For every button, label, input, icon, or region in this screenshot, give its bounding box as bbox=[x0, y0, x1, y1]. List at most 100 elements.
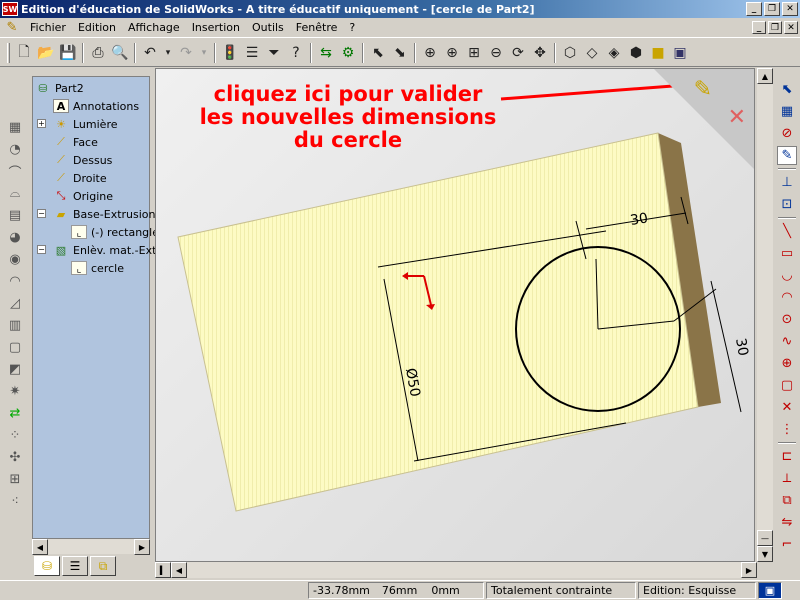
hole-icon[interactable]: ◉ bbox=[3, 250, 27, 268]
centerline-icon[interactable]: ⋮ bbox=[777, 420, 797, 439]
open-file-icon[interactable]: 📂 bbox=[35, 42, 57, 64]
select-filter-icon[interactable]: ⬊ bbox=[389, 42, 411, 64]
shell-icon[interactable]: ▢ bbox=[3, 338, 27, 356]
tree-item-droite[interactable]: ⟋ Droite bbox=[53, 169, 106, 187]
cancel-sketch-icon[interactable]: ✕ bbox=[728, 105, 746, 130]
wireframe-icon[interactable]: ◇ bbox=[581, 42, 603, 64]
circle-icon[interactable]: ⊙ bbox=[777, 310, 797, 329]
toolbar-grip[interactable] bbox=[7, 42, 10, 63]
whats-this-help-icon[interactable]: ? bbox=[285, 42, 307, 64]
tree-item-origine[interactable]: ⤡ Origine bbox=[53, 187, 113, 205]
view-orientation-icon[interactable]: ⬡ bbox=[559, 42, 581, 64]
menu-outils[interactable]: Outils bbox=[246, 21, 290, 34]
split-handle-icon[interactable]: ▍ bbox=[155, 562, 171, 578]
menu-fenetre[interactable]: Fenêtre bbox=[290, 21, 344, 34]
minimize-button[interactable]: _ bbox=[746, 2, 762, 16]
menu-edition[interactable]: Edition bbox=[72, 21, 122, 34]
menu-insertion[interactable]: Insertion bbox=[186, 21, 246, 34]
viewport-vertical-scrollbar[interactable]: ▲ — ▼ bbox=[757, 68, 773, 562]
section-view-icon[interactable]: ▣ bbox=[669, 42, 691, 64]
mirror-icon[interactable]: ⇄ bbox=[3, 404, 27, 422]
hidden-lines-icon[interactable]: ◈ bbox=[603, 42, 625, 64]
revolve-icon[interactable]: ◔ bbox=[3, 140, 27, 158]
curves-icon[interactable]: ⁖ bbox=[3, 492, 27, 510]
doc-close-button[interactable]: ✕ bbox=[784, 21, 798, 34]
fillet-icon[interactable]: ◠ bbox=[3, 272, 27, 290]
tree-item-face[interactable]: ⟋ Face bbox=[53, 133, 98, 151]
tangent-arc-icon[interactable]: ◠ bbox=[777, 288, 797, 307]
zoom-area-icon[interactable]: ⊕ bbox=[441, 42, 463, 64]
edit-part-icon[interactable]: ⚙ bbox=[337, 42, 359, 64]
add-relation-icon[interactable]: ⊡ bbox=[777, 195, 797, 214]
mirror-sketch-icon[interactable]: ⇋ bbox=[777, 513, 797, 532]
zoom-inout-icon[interactable]: ⊞ bbox=[463, 42, 485, 64]
graphics-area[interactable]: 30 30 Ø50 ✎ ✕ cliquez ici pour valider l… bbox=[155, 68, 755, 562]
reference-geometry-icon[interactable]: ⊞ bbox=[3, 470, 27, 488]
edit-sketch-icon[interactable]: ✎ bbox=[777, 146, 797, 165]
expand-icon[interactable]: + bbox=[37, 119, 46, 128]
configuration-manager-tab[interactable]: ⧉ bbox=[90, 556, 116, 576]
scroll-left-icon[interactable]: ◀ bbox=[171, 562, 187, 578]
tree-root-part[interactable]: ⛁ Part2 bbox=[35, 79, 83, 97]
restore-button[interactable]: ❐ bbox=[764, 2, 780, 16]
tree-item-rectangle-sketch[interactable]: ⌞ (-) rectangle bbox=[71, 223, 159, 241]
ellipse-icon[interactable]: ⊕ bbox=[777, 354, 797, 373]
rib-icon[interactable]: ▥ bbox=[3, 316, 27, 334]
centerpoint-arc-icon[interactable]: ◡ bbox=[777, 266, 797, 285]
tree-horizontal-scrollbar[interactable]: ◀ ▶ bbox=[32, 538, 150, 555]
rebuild-status-icon[interactable]: ▣ bbox=[758, 582, 782, 599]
options-icon[interactable]: ☰ bbox=[241, 42, 263, 64]
rectangle-icon[interactable]: ▭ bbox=[777, 244, 797, 263]
zoom-selection-icon[interactable]: ⊖ bbox=[485, 42, 507, 64]
sweep-icon[interactable]: ⌒ bbox=[3, 162, 27, 181]
scroll-up-icon[interactable]: ▲ bbox=[757, 68, 773, 84]
tree-item-base-extrusion[interactable]: − ▰ Base-Extrusion bbox=[35, 205, 156, 223]
select-icon[interactable]: ⬉ bbox=[367, 42, 389, 64]
spline-icon[interactable]: ∿ bbox=[777, 332, 797, 351]
draft-icon[interactable]: ◩ bbox=[3, 360, 27, 378]
scroll-left-icon[interactable]: ◀ bbox=[32, 539, 48, 555]
close-button[interactable]: ✕ bbox=[782, 2, 798, 16]
viewport-horizontal-scrollbar[interactable]: ▍ ◀ ▶ bbox=[155, 562, 757, 578]
filter-icon[interactable]: ⏷ bbox=[263, 42, 285, 64]
undo-dropdown-icon[interactable]: ▾ bbox=[161, 42, 175, 64]
tree-item-cercle-sketch[interactable]: ⌞ cercle bbox=[71, 259, 124, 277]
print-preview-icon[interactable]: 🔍 bbox=[109, 42, 131, 64]
sketch-3d-icon[interactable]: ⊘ bbox=[777, 124, 797, 143]
menu-affichage[interactable]: Affichage bbox=[122, 21, 186, 34]
linear-pattern-icon[interactable]: ⁘ bbox=[3, 426, 27, 444]
save-icon[interactable]: 💾 bbox=[57, 42, 79, 64]
redo-icon[interactable]: ↷ bbox=[175, 42, 197, 64]
scroll-right-icon[interactable]: ▶ bbox=[741, 562, 757, 578]
print-icon[interactable]: ⎙ bbox=[87, 42, 109, 64]
line-icon[interactable]: ╲ bbox=[777, 222, 797, 241]
collapse-icon[interactable]: − bbox=[37, 245, 46, 254]
select-arrow-icon[interactable]: ⬉ bbox=[777, 80, 797, 99]
document-menu-icon[interactable]: ✎ bbox=[4, 20, 20, 36]
zoom-fit-icon[interactable]: ⊕ bbox=[419, 42, 441, 64]
revolve-cut-icon[interactable]: ◕ bbox=[3, 228, 27, 246]
import-export-icon[interactable]: ⇆ bbox=[315, 42, 337, 64]
tree-item-lumiere[interactable]: + ☀ Lumière bbox=[35, 115, 118, 133]
circular-pattern-icon[interactable]: ✣ bbox=[3, 448, 27, 466]
smart-dimension-icon[interactable]: ⊥ bbox=[777, 173, 797, 192]
trim-icon[interactable]: ⟂ bbox=[777, 469, 797, 488]
collapse-icon[interactable]: − bbox=[37, 209, 46, 218]
confirm-sketch-icon[interactable]: ✎ bbox=[694, 77, 712, 102]
menu-fichier[interactable]: Fichier bbox=[24, 21, 72, 34]
extrude-cut-icon[interactable]: ▤ bbox=[3, 206, 27, 224]
menu-help[interactable]: ? bbox=[343, 21, 361, 34]
tree-item-cut-extrude[interactable]: − ▧ Enlèv. mat.-Ext bbox=[35, 241, 156, 259]
doc-restore-button[interactable]: ❐ bbox=[768, 21, 782, 34]
point-icon[interactable]: ▢ bbox=[777, 376, 797, 395]
new-file-icon[interactable]: 🗋 bbox=[13, 42, 35, 64]
scroll-down-icon[interactable]: ▼ bbox=[757, 546, 773, 562]
chamfer-icon[interactable]: ◿ bbox=[3, 294, 27, 312]
dome-icon[interactable]: ✷ bbox=[3, 382, 27, 400]
pan-icon[interactable]: ✥ bbox=[529, 42, 551, 64]
doc-minimize-button[interactable]: _ bbox=[752, 21, 766, 34]
redo-dropdown-icon[interactable]: ▾ bbox=[197, 42, 211, 64]
grid-icon[interactable]: ▦ bbox=[777, 102, 797, 121]
split-icon[interactable]: — bbox=[757, 530, 773, 546]
rebuild-icon[interactable]: 🚦 bbox=[219, 42, 241, 64]
